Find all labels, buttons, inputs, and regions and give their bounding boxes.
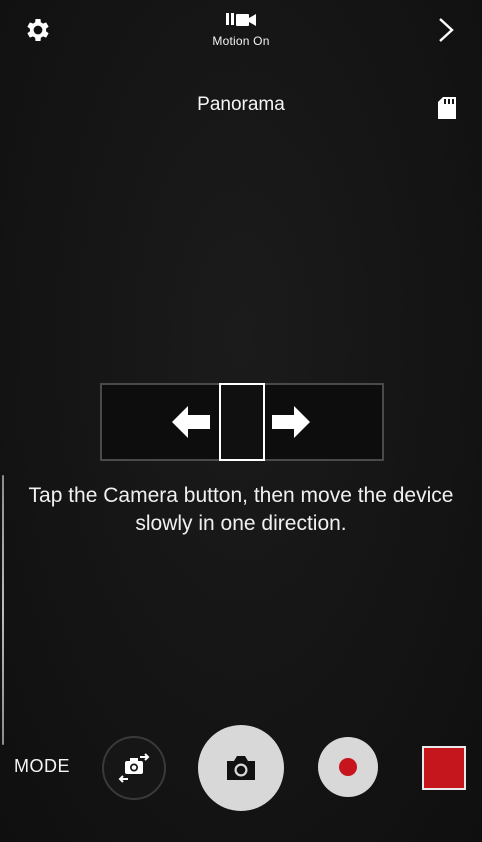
panorama-instruction: Tap the Camera button, then move the dev… xyxy=(28,484,454,535)
motion-photo-icon xyxy=(226,13,256,26)
panorama-viewfinder-window xyxy=(219,383,265,461)
switch-camera-icon xyxy=(118,753,150,783)
switch-camera-button[interactable] xyxy=(102,736,166,800)
arrow-right-icon xyxy=(272,406,310,438)
chevron-right-icon xyxy=(439,18,454,42)
edge-panel-handle[interactable] xyxy=(2,475,4,745)
record-icon xyxy=(339,758,357,776)
mode-button[interactable]: MODE xyxy=(14,756,80,780)
motion-photo-toggle[interactable]: Motion On xyxy=(206,10,276,56)
expand-button[interactable] xyxy=(428,12,464,48)
shutter-button[interactable] xyxy=(198,725,284,811)
camera-screen: Motion On Panorama Tap the Camera button… xyxy=(0,0,482,842)
motion-photo-label: Motion On xyxy=(212,34,270,48)
mode-title: Panorama xyxy=(197,94,285,115)
arrow-left-icon xyxy=(172,406,210,438)
sd-card-icon xyxy=(438,97,456,119)
settings-button[interactable] xyxy=(20,12,56,48)
gear-icon xyxy=(27,19,49,41)
gallery-thumbnail[interactable] xyxy=(422,746,466,790)
camera-icon xyxy=(227,756,255,780)
record-video-button[interactable] xyxy=(318,737,378,797)
